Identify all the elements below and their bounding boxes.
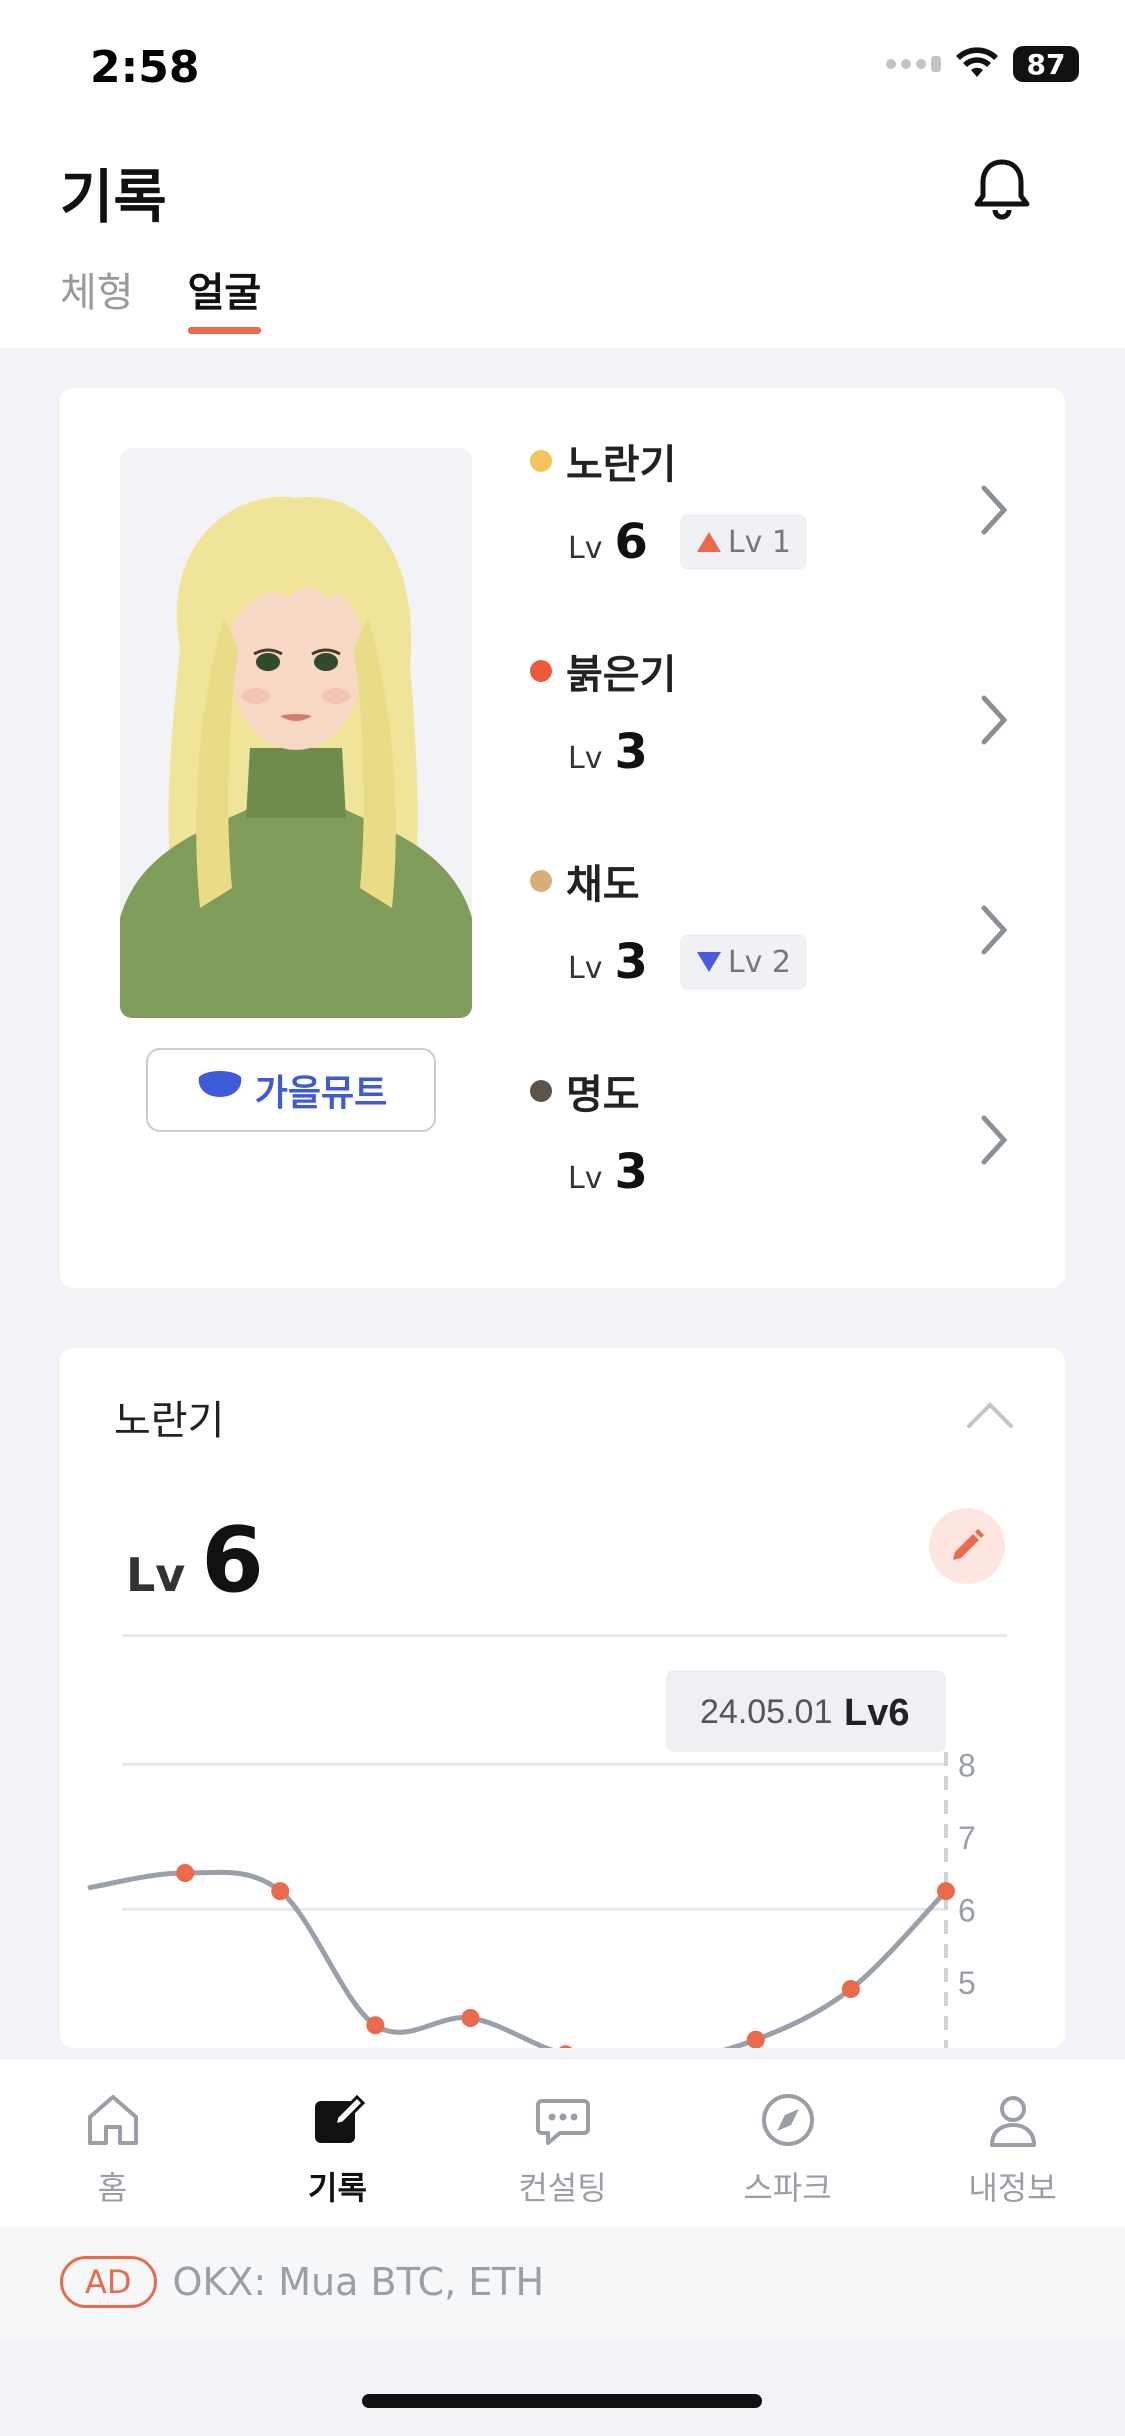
chevron-up-icon[interactable] [965,1398,1015,1432]
home-indicator [362,2394,762,2408]
tooltip-value: Lv6 [844,1692,909,1734]
tab-bar: 체형 얼굴 [60,260,261,334]
status-time: 2:58 [90,42,200,93]
battery-indicator: 87 [1013,46,1079,82]
data-point[interactable] [557,2045,575,2048]
nav-label: 내정보 [968,2169,1057,2207]
nav-my-info[interactable]: 내정보 [900,2059,1125,2226]
metric-redness[interactable]: 붉은기 Lv 3 [530,642,1030,842]
metric-label: 명도 [566,1072,640,1118]
y-tick-label: 7 [958,1820,976,1856]
lv-prefix: Lv [568,1161,603,1196]
metric-label: 붉은기 [566,652,677,698]
lv-prefix: Lv [568,951,603,986]
ad-text: OKX: Mua BTC, ETH [172,2260,545,2304]
nav-home[interactable]: 홈 [0,2059,225,2226]
signal-icon [886,56,941,72]
saturation-dot [530,870,552,892]
y-tick-label: 8 [958,1747,976,1783]
brightness-dot [530,1080,552,1102]
chevron-right-icon [981,905,1008,955]
header: 기록 체형 얼굴 [0,130,1125,348]
data-point[interactable] [176,1864,195,1882]
metric-brightness[interactable]: 명도 Lv 3 [530,1062,1030,1262]
metric-label: 채도 [566,862,640,908]
nav-label: 컨설팅 [518,2169,607,2207]
level-change-text: Lv 1 [727,524,791,560]
data-point[interactable] [746,2030,765,2048]
tab-body[interactable]: 체형 [60,260,134,328]
season-type-label: 가을뮤트 [254,1073,388,1114]
pencil-icon [953,1529,984,1560]
ginkgo-leaf-icon [198,1071,242,1113]
chart-tooltip: 24.05.01 Lv6 [666,1670,946,1752]
yellowness-dot [530,450,552,472]
data-point[interactable] [461,2009,480,2027]
nav-consulting[interactable]: 컨설팅 [450,2059,675,2226]
chevron-right-icon [981,695,1008,745]
season-type-button[interactable]: 가을뮤트 [146,1048,436,1132]
lv-prefix: Lv [568,741,603,776]
edit-button[interactable] [929,1508,1005,1584]
lv-prefix: Lv [568,531,603,566]
triangle-down-icon [696,952,721,972]
nav-label: 홈 [97,2169,128,2207]
triangle-up-icon [696,532,721,552]
bell-icon[interactable] [967,152,1037,222]
detail-title: 노란기 [114,1398,225,1444]
nav-label: 기록 [308,2169,367,2207]
series-line [87,1869,949,2048]
wifi-icon [956,47,998,77]
data-point[interactable] [841,1980,860,1998]
nav-record[interactable]: 기록 [225,2059,450,2226]
status-bar: 2:58 87 [0,0,1125,130]
data-point[interactable] [366,2016,385,2035]
divider [122,1634,1007,1637]
metric-level: 3 [614,1144,648,1200]
status-icons: 87 [886,46,1079,82]
profile-icon [989,2096,1036,2147]
face-summary-card: 가을뮤트 노란기 Lv 6 Lv 1 붉은기 Lv 3 채도 Lv 3 Lv 2… [60,388,1065,1288]
metric-level: 6 [614,514,648,570]
home-icon [87,2095,138,2145]
detail-level: Lv 6 [126,1508,264,1613]
chevron-right-icon [981,485,1008,535]
avatar [120,448,472,1018]
compass-icon [761,2094,814,2146]
chevron-right-icon [981,1115,1008,1165]
metric-level: 3 [614,934,648,990]
detail-level-value: 6 [201,1508,264,1613]
ad-banner[interactable]: AD OKX: Mua BTC, ETH [0,2226,1125,2338]
y-tick-label: 5 [958,1965,976,2001]
page-title: 기록 [60,163,167,231]
ad-tag: AD [60,2256,157,2308]
redness-dot [530,660,552,682]
tab-face[interactable]: 얼굴 [187,260,261,334]
y-tick-label: 6 [958,1892,976,1928]
data-point[interactable] [937,1882,955,1901]
yellowness-detail-card: 노란기 Lv 6 8765 24.05.01 Lv6 [60,1348,1065,2048]
level-change-badge: Lv 1 [679,514,807,570]
level-change-badge: Lv 2 [679,934,807,990]
data-point[interactable] [271,1882,290,1901]
metric-yellowness[interactable]: 노란기 Lv 6 Lv 1 [530,432,1030,632]
nav-label: 스파크 [743,2169,832,2207]
edit-record-icon [314,2094,365,2143]
nav-spark[interactable]: 스파크 [675,2059,900,2226]
tooltip-date: 24.05.01 [700,1693,832,1731]
metric-saturation[interactable]: 채도 Lv 3 Lv 2 [530,852,1030,1052]
metric-level: 3 [614,724,648,780]
level-change-text: Lv 2 [727,944,791,980]
metric-label: 노란기 [566,442,677,488]
chat-icon [535,2099,590,2145]
lv-prefix: Lv [126,1548,186,1602]
bottom-nav: 홈 기록 컨설팅 스파크 내정보 [0,2058,1125,2226]
avatar-illustration [120,496,472,1018]
yellowness-line-chart: 8 7 6 5 24.05.01 Lv6 [87,1670,976,2048]
